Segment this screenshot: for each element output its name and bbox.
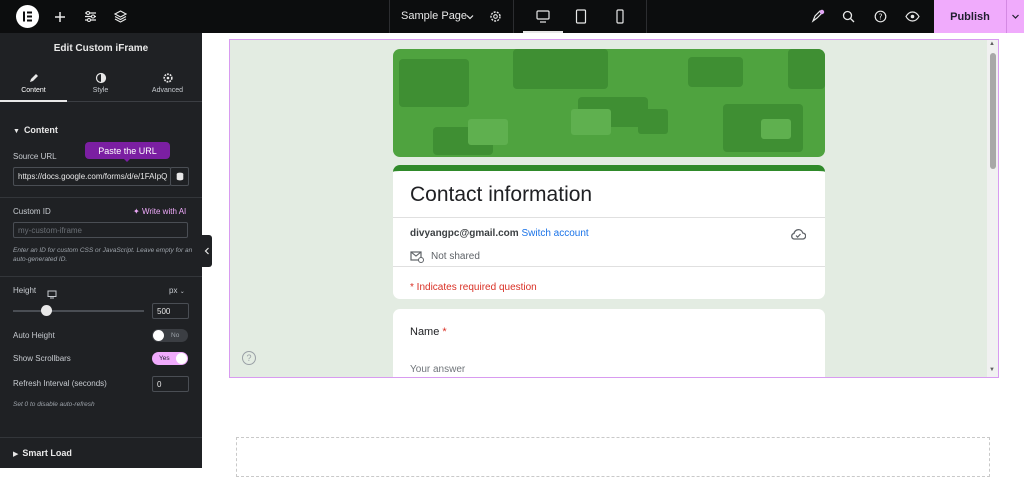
height-unit-select[interactable]: px ⌄: [169, 286, 185, 295]
paste-url-tooltip: Paste the URL: [85, 142, 170, 162]
gear-icon: [162, 73, 173, 83]
show-scrollbars-toggle[interactable]: Yes: [152, 352, 188, 365]
required-star: *: [442, 326, 447, 338]
question-label: Name *: [410, 326, 447, 338]
write-with-ai-label: Write with AI: [141, 207, 187, 216]
layers-icon[interactable]: [112, 8, 129, 25]
tab-content[interactable]: Content: [0, 66, 67, 102]
dynamic-tags-icon[interactable]: [170, 167, 189, 186]
divider: [393, 217, 825, 218]
iframe-preview[interactable]: Contact information divyangpc@gmail.com …: [229, 39, 999, 378]
account-line: divyangpc@gmail.com Switch account: [410, 228, 589, 239]
height-slider[interactable]: [13, 305, 144, 317]
form-info-card: Contact information divyangpc@gmail.com …: [393, 165, 825, 299]
chat-bubbles-pattern-icon: [399, 49, 825, 155]
account-email: divyangpc@gmail.com: [410, 228, 519, 239]
required-note: * Indicates required question: [410, 282, 537, 293]
divider: [393, 266, 825, 267]
form-title: Contact information: [410, 183, 593, 206]
caret-right-icon: ▶: [13, 451, 19, 458]
form-header-banner: [393, 49, 825, 157]
tab-style[interactable]: Style: [67, 66, 134, 102]
unit-label: px: [169, 286, 178, 295]
tab-advanced[interactable]: Advanced: [134, 66, 201, 102]
caret-down-icon: ▼: [13, 128, 20, 135]
chevron-down-icon: ⌄: [179, 289, 185, 295]
source-url-label: Source URL: [13, 152, 57, 161]
refresh-interval-hint: Set 0 to disable auto-refresh: [13, 401, 95, 408]
tab-label: Content: [21, 87, 46, 94]
search-icon[interactable]: [840, 8, 857, 25]
add-element-icon[interactable]: [51, 8, 68, 25]
tab-label: Style: [92, 87, 109, 94]
publish-options-chevron-icon[interactable]: [1006, 0, 1024, 33]
top-bar: Sample Page ? Publish: [0, 0, 1024, 33]
ai-sparkle-icon: ✦: [133, 207, 142, 216]
iframe-scrollbar[interactable]: ▲ ▼: [987, 40, 998, 377]
separator: [646, 0, 647, 33]
page-title[interactable]: Sample Page: [401, 10, 467, 22]
refresh-interval-label: Refresh Interval (seconds): [13, 379, 107, 388]
site-settings-icon[interactable]: [82, 8, 99, 25]
toggle-knob: [153, 330, 164, 341]
section-title: Smart Load: [22, 448, 72, 458]
scroll-up-arrow-icon[interactable]: ▲: [989, 41, 995, 47]
divider: [0, 197, 202, 198]
height-value-input[interactable]: 500: [152, 303, 189, 319]
auto-height-toggle[interactable]: No: [152, 329, 188, 342]
not-shared-text: Not shared: [431, 251, 480, 262]
tab-label: Advanced: [151, 87, 184, 94]
preview-eye-icon[interactable]: [904, 8, 921, 25]
add-section-dropzone[interactable]: [236, 437, 990, 477]
smart-load-section-header[interactable]: ▶ Smart Load: [13, 448, 72, 458]
elementor-logo-icon[interactable]: [16, 5, 39, 28]
svg-text:?: ?: [879, 12, 883, 21]
panel-title: Edit Custom iFrame: [53, 43, 149, 54]
question-text: Name: [410, 326, 440, 338]
slider-track: [13, 310, 144, 312]
form-help-icon[interactable]: ?: [242, 351, 256, 365]
toggle-knob: [176, 353, 187, 364]
separator: [513, 0, 514, 33]
separator: [389, 0, 390, 33]
scroll-down-arrow-icon[interactable]: ▼: [989, 367, 995, 373]
widget-settings-panel: Edit Custom iFrame Content Style Advance…: [0, 33, 202, 468]
custom-id-input[interactable]: my-custom-iframe: [13, 222, 188, 238]
panel-tabs: Content Style Advanced: [0, 66, 202, 102]
show-scrollbars-label: Show Scrollbars: [13, 354, 71, 363]
help-icon[interactable]: ?: [872, 8, 889, 25]
chevron-left-icon: [204, 247, 209, 255]
collapse-panel-handle[interactable]: [202, 235, 212, 267]
custom-id-label: Custom ID: [13, 207, 51, 216]
write-with-ai-button[interactable]: ✦ Write with AI: [133, 207, 186, 216]
content-section-header[interactable]: ▼ Content: [13, 125, 58, 135]
notifications-rocket-icon[interactable]: [809, 8, 826, 25]
divider: [0, 437, 202, 438]
section-title: Content: [23, 125, 58, 135]
tablet-view-icon[interactable]: [572, 8, 589, 25]
auto-height-label: Auto Height: [13, 331, 55, 340]
custom-id-hint: Enter an ID for custom CSS or JavaScript…: [13, 247, 193, 263]
mobile-view-icon[interactable]: [611, 8, 628, 25]
divider: [0, 276, 202, 277]
slider-handle[interactable]: [41, 305, 52, 316]
name-answer-input[interactable]: Your answer: [410, 364, 465, 375]
name-question-card: Name * Your answer: [393, 309, 825, 377]
responsive-desktop-icon[interactable]: [47, 286, 57, 304]
chevron-down-icon[interactable]: [461, 8, 478, 25]
toggle-state: Yes: [159, 355, 170, 362]
desktop-view-button[interactable]: [523, 0, 563, 33]
pencil-icon: [29, 74, 38, 82]
refresh-interval-input[interactable]: 0: [152, 376, 189, 392]
source-url-input[interactable]: https://docs.google.com/forms/d/e/1FAIpQ: [13, 167, 171, 186]
scroll-thumb[interactable]: [990, 53, 996, 169]
page-settings-gear-icon[interactable]: [487, 8, 504, 25]
height-label: Height: [13, 286, 37, 295]
publish-button[interactable]: Publish: [934, 0, 1006, 33]
toggle-state: No: [171, 332, 180, 339]
contrast-icon: [95, 72, 106, 84]
switch-account-link[interactable]: Switch account: [521, 228, 588, 239]
cloud-save-icon: [790, 228, 807, 246]
